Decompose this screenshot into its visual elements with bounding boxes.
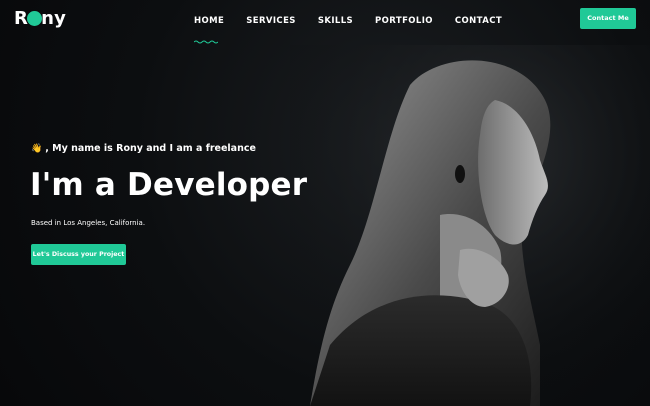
contact-me-button[interactable]: Contact Me xyxy=(580,8,636,29)
main-nav: HOME SERVICES SKILLS PORTFOLIO CONTACT xyxy=(194,15,502,27)
hero-intro: 👋, My name is Rony and I am a freelance xyxy=(31,143,256,155)
logo-text-end: ny xyxy=(41,8,67,29)
nav-item-portfolio[interactable]: PORTFOLIO xyxy=(375,15,433,27)
page: Rny HOME SERVICES SKILLS PORTFOLIO CONTA… xyxy=(0,0,650,406)
nav-item-services[interactable]: SERVICES xyxy=(246,15,296,27)
hero-headline: I'm a Developer xyxy=(30,167,308,203)
hero-portrait-image xyxy=(290,45,650,406)
squiggle-icon xyxy=(193,40,219,44)
waving-hand-icon: 👋 xyxy=(31,144,43,154)
nav-item-home[interactable]: HOME xyxy=(194,15,224,27)
portrait-illustration xyxy=(290,45,650,406)
active-nav-underline xyxy=(193,29,219,44)
logo[interactable]: Rny xyxy=(14,9,66,31)
discuss-project-button[interactable]: Let's Discuss your Project xyxy=(31,244,126,265)
hero-location: Based in Los Angeles, California. xyxy=(31,219,146,227)
logo-dot-icon xyxy=(27,11,43,26)
site-header: Rny HOME SERVICES SKILLS PORTFOLIO CONTA… xyxy=(0,0,650,44)
nav-item-skills[interactable]: SKILLS xyxy=(318,15,353,27)
nav-item-contact[interactable]: CONTACT xyxy=(455,15,502,27)
hero-intro-text: , My name is Rony and I am a freelance xyxy=(45,143,256,154)
logo-text-start: R xyxy=(14,8,29,29)
